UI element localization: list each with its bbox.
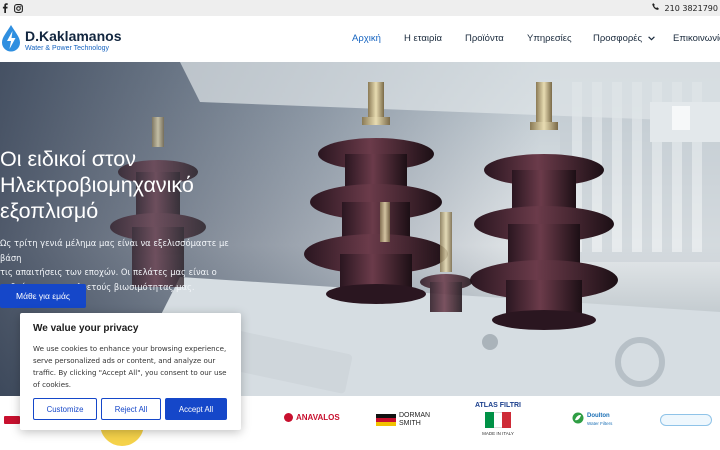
- dorman-label: DORMAN: [399, 412, 431, 419]
- anavalos-mark-icon: [284, 413, 293, 422]
- chevron-down-icon: [647, 33, 655, 44]
- phone-contact[interactable]: 210 3821790: [651, 3, 718, 13]
- partner-logo-doulton[interactable]: Doulton Water Filters: [572, 411, 612, 429]
- phone-icon: [651, 3, 660, 13]
- hero-title-line: Ηλεκτροβιομηχανικό: [0, 173, 194, 197]
- hero-title-line: Οι ειδικοί στον: [0, 147, 136, 171]
- nav-item-company[interactable]: Η εταιρία: [404, 33, 442, 44]
- italy-flag-icon: [485, 412, 511, 428]
- doulton-sub-label: Water Filters: [587, 421, 613, 426]
- cookie-message-line: of cookies.: [33, 380, 72, 389]
- partner-logo-atlas-filtri[interactable]: ATLAS FILTRI MADE IN ITALY: [470, 402, 526, 436]
- partner-logo-anavalos[interactable]: ANAVALOS: [284, 413, 340, 422]
- main-nav: Αρχική Η εταιρία Προϊόντα Υπηρεσίες Προσ…: [0, 33, 720, 47]
- facebook-icon[interactable]: [2, 3, 8, 15]
- cookie-message-line: traffic. By clicking "Accept All", you c…: [33, 368, 227, 377]
- hero-description-line: Ως τρίτη γενιά μέλημα μας είναι να εξελι…: [0, 238, 229, 263]
- cookie-consent-dialog: We value your privacy We use cookies to …: [20, 313, 241, 430]
- anavalos-label: ANAVALOS: [296, 413, 340, 422]
- phone-number: 210 3821790: [664, 3, 718, 13]
- site-header: D.Kaklamanos Water & Power Technology Αρ…: [0, 16, 720, 62]
- nav-item-products[interactable]: Προϊόντα: [465, 33, 504, 44]
- hero-description-line: τις απαιτήσεις των εποχών. Οι πελάτες μα…: [0, 267, 217, 277]
- doulton-label: Doulton: [587, 413, 610, 419]
- partner-logo-dorman-smith[interactable]: DORMAN SMITH: [376, 412, 430, 428]
- about-us-button[interactable]: Μάθε για εμάς: [0, 284, 86, 308]
- partner-logo-red[interactable]: [4, 416, 20, 424]
- cookie-title: We value your privacy: [33, 323, 139, 334]
- partner-logo-blue[interactable]: [660, 414, 712, 426]
- nav-item-contact[interactable]: Επικοινωνία: [673, 33, 720, 44]
- hero-title-line: εξοπλισμό: [0, 199, 99, 223]
- nav-item-offers-label: Προσφορές: [593, 33, 643, 44]
- cookie-message: We use cookies to enhance your browsing …: [33, 343, 228, 391]
- customize-button[interactable]: Customize: [33, 398, 97, 420]
- cookie-message-line: serve personalized ads or content, and a…: [33, 356, 216, 365]
- reject-all-button[interactable]: Reject All: [101, 398, 161, 420]
- hero-title: Οι ειδικοί στον Ηλεκτροβιομηχανικό εξοπλ…: [0, 146, 300, 224]
- made-in-italy-label: MADE IN ITALY: [482, 431, 514, 436]
- dorman-flag-icon: [376, 414, 396, 426]
- nav-item-offers[interactable]: Προσφορές: [593, 33, 655, 44]
- smith-label: SMITH: [399, 420, 421, 427]
- social-links: [2, 3, 23, 15]
- accept-all-button[interactable]: Accept All: [165, 398, 227, 420]
- nav-item-services[interactable]: Υπηρεσίες: [527, 33, 572, 44]
- instagram-icon[interactable]: [14, 3, 23, 15]
- top-bar: 210 3821790: [0, 0, 720, 16]
- doulton-leaf-icon: [572, 411, 584, 429]
- atlas-label: ATLAS FILTRI: [474, 402, 521, 409]
- cookie-message-line: We use cookies to enhance your browsing …: [33, 344, 227, 353]
- nav-item-home[interactable]: Αρχική: [352, 33, 381, 44]
